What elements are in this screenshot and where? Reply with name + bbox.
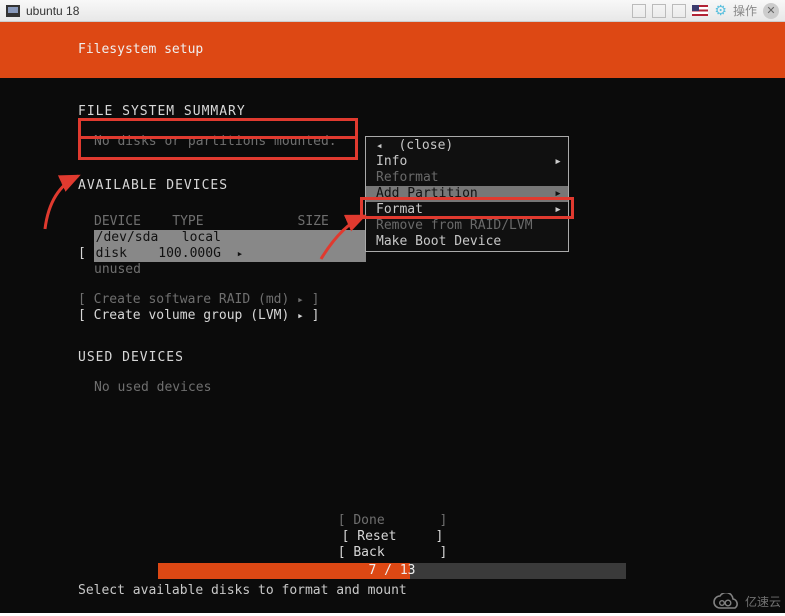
vm-monitor-icon: [6, 5, 20, 17]
section-summary-heading: FILE SYSTEM SUMMARY: [78, 104, 785, 120]
device-unused-label: unused: [78, 262, 785, 278]
vm-close-button[interactable]: ✕: [763, 3, 779, 19]
progress-bar: 7 / 13: [158, 563, 626, 579]
chevron-right-icon: ▸: [297, 293, 304, 306]
chevron-right-icon: ▸: [297, 309, 304, 322]
done-button[interactable]: [ Done ]: [0, 513, 785, 529]
vm-tool-icon[interactable]: [672, 4, 686, 18]
device-context-menu: ◂ (close) Info Reformat Add Partition Fo…: [365, 136, 569, 252]
menu-item-add-partition[interactable]: Add Partition: [366, 186, 568, 202]
gear-icon[interactable]: ⚙: [714, 2, 727, 19]
device-row-highlight: /dev/sda local disk 100.000G ▸: [94, 230, 366, 262]
page-header: Filesystem setup: [0, 22, 785, 78]
vm-tool-icon[interactable]: [652, 4, 666, 18]
back-button[interactable]: [ Back ]: [0, 545, 785, 561]
page-title: Filesystem setup: [78, 42, 203, 57]
create-lvm-option[interactable]: [ Create volume group (LVM) ▸ ]: [78, 308, 785, 324]
col-type: TYPE: [172, 214, 203, 229]
vm-tool-icon[interactable]: [632, 4, 646, 18]
menu-item-info[interactable]: Info: [366, 154, 568, 170]
installer-screen: Filesystem setup FILE SYSTEM SUMMARY No …: [0, 22, 785, 613]
watermark-text: 亿速云: [745, 594, 781, 610]
section-used-heading: USED DEVICES: [78, 350, 785, 366]
col-device: DEVICE: [94, 214, 141, 229]
progress-text: 7 / 13: [158, 563, 626, 579]
vm-title: ubuntu 18: [26, 4, 79, 18]
vm-flag-icon[interactable]: [692, 5, 708, 16]
watermark: 亿速云: [711, 593, 781, 611]
used-empty-text: No used devices: [78, 380, 785, 396]
action-buttons: [ Done ] [ Reset ] [ Back ]: [0, 513, 785, 561]
menu-item-format[interactable]: Format: [366, 202, 568, 218]
menu-close[interactable]: ◂ (close): [366, 138, 568, 154]
chevron-left-icon: ◂: [376, 138, 383, 154]
hint-text: Select available disks to format and mou…: [78, 583, 407, 599]
menu-item-reformat: Reformat: [366, 170, 568, 186]
menu-item-remove-raid-lvm: Remove from RAID/LVM: [366, 218, 568, 234]
reset-button[interactable]: [ Reset ]: [0, 529, 785, 545]
vm-actions-label[interactable]: 操作: [733, 2, 757, 19]
menu-item-make-boot-device[interactable]: Make Boot Device: [366, 234, 568, 250]
create-raid-option[interactable]: [ Create software RAID (md) ▸ ]: [78, 292, 785, 308]
col-size: SIZE: [298, 214, 329, 229]
vm-titlebar: ubuntu 18 ⚙ 操作 ✕: [0, 0, 785, 22]
cloud-icon: [711, 593, 741, 611]
chevron-right-icon: ▸: [237, 247, 244, 260]
